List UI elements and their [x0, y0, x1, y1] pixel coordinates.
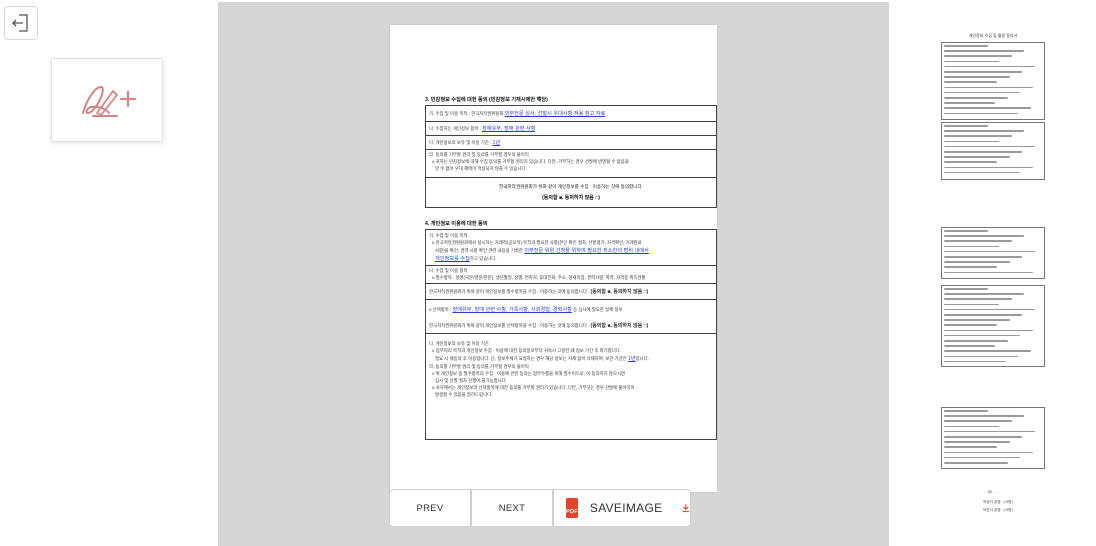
thumbnail-text-line	[944, 235, 1025, 237]
next-button[interactable]: NEXT	[471, 489, 553, 527]
thumbnail-text-line	[944, 140, 999, 143]
thumbnail-text-line	[944, 446, 997, 448]
thumbnail-text-line	[944, 45, 989, 47]
thumbnail-text-line	[944, 86, 1034, 89]
section3-title: 3. 민감정보 수집에 대한 동의 (민감정보 기재시에만 해당)	[425, 97, 548, 103]
thumbnail-text-line	[944, 319, 1010, 321]
thumbnail-text-line	[944, 451, 1034, 454]
section4-line8: 다. 개인정보의 보유 및 이용 기간	[429, 341, 489, 346]
section4-box: 가. 수집 및 이용 목적 o 한국저작권위원회에서 실시하는 거래적(공모적)…	[425, 229, 717, 440]
thumbnail-title: 개인정보 수집 및 활용 동의서	[968, 33, 1018, 38]
thumbnail-text-line	[944, 303, 999, 306]
thumbnail-text-line	[944, 97, 1008, 99]
section3-consent-choice: (동의함 ■, 동의하지 않음 □)	[542, 195, 600, 201]
page-thumbnail-1[interactable]: 개인정보 수집 및 활용 동의서	[941, 30, 1045, 190]
section4-line11: 라. 동의를 거부할 권리 및 동의를 거부할 경우의 불이익	[429, 364, 529, 369]
thumbnail-text-line	[944, 60, 999, 63]
section4-line12: o 위 개인정보 중 필수항목의 수집 · 이용에 관한 동의는 업무수행을 위…	[432, 371, 626, 376]
section4-consent2: 한국저작권위원회가 위와 같이 개인정보를 선택항목을 수집 · 이용하는 것에…	[429, 323, 649, 329]
section4-consent1: 한국저작권위원회가 위와 같이 개인정보를 필수항목을 수집 · 이용하는 것에…	[429, 289, 649, 295]
thumbnail-text-line	[944, 50, 1025, 52]
section4-line14: o 귀하께서는 개인정보의 선택항목에 대한 동의를 거부할 권리가 있습니다.…	[432, 385, 635, 390]
thumbnail-text-line	[944, 240, 1012, 242]
page-thumbnail-3[interactable]: 20 . . . 작성자 성명 : (서명) 보호자 성명 : (서명)	[941, 407, 1045, 527]
thumbnail-text-line	[944, 71, 1023, 73]
save-image-label: SAVEIMAGE	[589, 501, 663, 515]
section4-title: 4. 개인정보 이용에 대한 동의	[425, 221, 488, 227]
section4-line2: o 한국저작권위원회에서 실시하는 거래적(공모적) 목적과 필요한 사항(본인…	[432, 240, 642, 245]
thumbnail-text-line	[944, 329, 1034, 332]
thumbnail-text-line	[944, 125, 989, 127]
thumbnail-text-line	[944, 410, 989, 412]
thumbnail-text-line	[944, 161, 997, 163]
thumbnail-text-line	[944, 271, 1034, 274]
thumbnail-sign-1: 작성자 성명 : (서명)	[983, 500, 1013, 504]
section4-line6: o 필수항목 : 성명(국문/영문/한문), 생년월일, 성별, 연락처, 휴대…	[432, 275, 646, 280]
thumbnail-text-line	[944, 298, 1012, 300]
section4-line7: o 선택항목 : 장애유무, 장애 관련 사항, 가족사항, 사회경험, 경력사…	[429, 307, 623, 313]
thumbnail-sidebar: 개인정보 수집 및 활용 동의서 20 . . . 작성자 성명 : (서명) …	[889, 2, 1096, 546]
document-page: 3. 민감정보 수집에 대한 동의 (민감정보 기재시에만 해당) 가. 수집 …	[390, 25, 717, 492]
signature-add-icon	[82, 85, 137, 117]
section4-line1: 가. 수집 및 이용 목적	[429, 233, 468, 238]
page-thumbnail-2[interactable]	[941, 227, 1045, 387]
thumbnail-text-line	[944, 314, 1023, 316]
thumbnail-text-line	[944, 340, 1008, 342]
section3-line5: o 귀하는 민감정보에 대해 수집 동의를 거부할 권리가 있습니다. 다만, …	[432, 159, 629, 164]
save-image-button[interactable]: PDF SAVEIMAGE	[553, 489, 691, 527]
section4-line4: 개인정보를 수집하고 있습니다.	[435, 256, 497, 262]
thumbnail-text-line	[944, 166, 1034, 169]
thumbnail-text-line	[944, 350, 1032, 352]
thumbnail-text-line	[944, 420, 1012, 422]
section3-consent: 한국저작권위원회가 위와 같이 개인정보를 수집 · 이용하는 것에 동의합니다…	[498, 184, 644, 189]
thumbnail-text-line	[944, 112, 1019, 115]
section3-line3: 다. 개인정보의 보유 및 이용 기간 : 1년	[429, 140, 501, 146]
thumbnail-text-line	[944, 102, 995, 104]
thumbnail-text-line	[944, 462, 1008, 464]
thumbnail-text-line	[944, 76, 1010, 78]
section4-line9: o 업무처리 목적과 개인정보 수집 · 이용에 대한 동의일로부터 귀속시 고…	[432, 348, 622, 353]
section4-line10: 필요 시 재동의 후 이용합니다. 단, 정보주체가 요청하는 경우 해당 정보…	[435, 356, 649, 362]
thumbnail-text-line	[944, 230, 989, 232]
prev-button[interactable]: PREV	[389, 489, 471, 527]
thumbnail-text-line	[944, 324, 997, 326]
thumbnail-text-line	[944, 288, 989, 290]
thumbnail-text-line	[944, 156, 1010, 158]
thumbnail-text-line	[944, 256, 1023, 258]
thumbnail-sign-2: 보호자 성명 : (서명)	[983, 508, 1013, 512]
exit-icon	[12, 14, 28, 32]
thumbnail-text-line	[944, 151, 1023, 153]
section4-line15: 발생할 수 있음을 알려드립니다.	[435, 392, 493, 397]
thumbnail-text-line	[944, 415, 1025, 417]
section3-line4: 라. 동의를 거부할 권리 및 동의를 거부할 경우의 불이익	[429, 152, 529, 157]
pdf-icon: PDF	[566, 498, 578, 518]
thumbnail-text-line	[944, 135, 1012, 137]
thumbnail-text-line	[944, 130, 1025, 132]
thumbnail-text-line	[944, 55, 1012, 57]
thumbnail-text-line	[944, 261, 1010, 263]
add-signature-button[interactable]	[51, 58, 163, 142]
section3-line2: 나. 수집하는 개인정보 항목 : 장애유무, 장애 관련 사항	[429, 126, 536, 132]
thumbnail-text-line	[944, 266, 997, 268]
thumbnail-text-line	[944, 441, 1010, 443]
thumbnail-text-line	[944, 425, 999, 428]
section4-line13: 심사 및 선발 절차 진행이 불가능합니다.	[435, 378, 507, 383]
thumbnail-text-line	[944, 345, 995, 347]
thumbnail-text-line	[944, 293, 1025, 295]
thumbnail-text-line	[944, 107, 1032, 109]
thumbnail-date: 20 . . .	[987, 489, 999, 494]
thumbnail-text-line	[944, 436, 1023, 438]
section3-box: 가. 수집 및 이용 목적 : 한국저작권위원회 외부전문 심사, 선발시 우대…	[425, 105, 717, 208]
page-toolbar: PREV NEXT PDF SAVEIMAGE	[389, 489, 691, 529]
thumbnail-text-line	[944, 81, 997, 83]
section3-line6: 알 수 없어 우대 혜택이 적용되지 않을 수 있습니다.	[435, 166, 527, 171]
document-viewer: 3. 민감정보 수집에 대한 동의 (민감정보 기재시에만 해당) 가. 수집 …	[218, 2, 889, 546]
section4-line3: 사항)을 확인, 경력 사항 확인 관련 내용을 기록한 외부전문 위원 선정을…	[435, 248, 649, 254]
download-icon	[682, 504, 690, 513]
section4-line5: 나. 수집 및 이용 항목	[429, 268, 468, 273]
exit-button[interactable]	[4, 6, 38, 40]
section3-line1: 가. 수집 및 이용 목적 : 한국저작권위원회 외부전문 심사, 선발시 우대…	[429, 111, 606, 117]
thumbnail-text-line	[944, 245, 999, 248]
thumbnail-text-line	[944, 355, 1019, 358]
